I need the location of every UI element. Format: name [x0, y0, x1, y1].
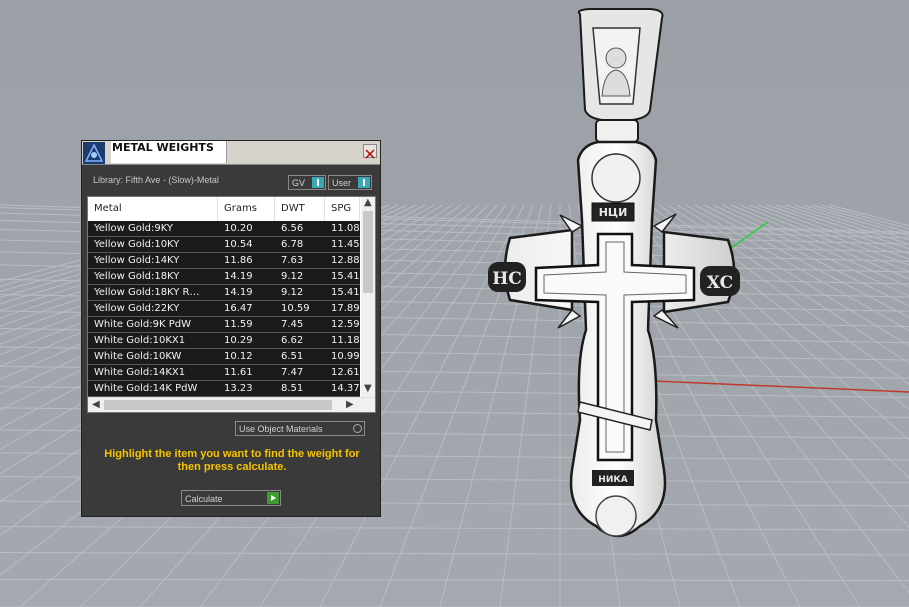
vertical-scrollbar[interactable]: ▲ ▼ — [361, 197, 375, 397]
use-object-materials-label: Use Object Materials — [239, 424, 323, 434]
cell-dwt: 8.51 — [281, 383, 304, 394]
scroll-down-icon[interactable]: ▼ — [364, 383, 372, 395]
cell-dwt: 7.63 — [281, 255, 304, 266]
header-dwt[interactable]: DWT — [275, 197, 325, 221]
top-medallion — [591, 153, 641, 203]
metal-list[interactable]: Metal Grams DWT SPG Yellow Gold:9KY 10.20… — [87, 196, 376, 413]
cell-dwt: 6.62 — [281, 335, 304, 346]
cell-spg: 17.89 — [331, 303, 360, 314]
cell-metal: Yellow Gold:22KY — [94, 303, 180, 314]
cell-metal: Yellow Gold:18KY — [94, 271, 180, 282]
metal-list-header: Metal Grams DWT SPG — [88, 197, 360, 222]
horizontal-scroll-thumb[interactable] — [104, 400, 332, 410]
cell-metal: White Gold:14KX1 — [94, 367, 186, 378]
panel-title: METAL WEIGHTS — [111, 141, 227, 163]
vertical-scroll-thumb[interactable] — [363, 211, 373, 293]
cell-metal: White Gold:10KX1 — [94, 335, 186, 346]
cell-dwt: 6.56 — [281, 223, 304, 234]
table-row[interactable]: Yellow Gold:10KY 10.54 6.78 11.45 — [88, 237, 360, 253]
table-row[interactable]: White Gold:10KW 10.12 6.51 10.99 — [88, 349, 360, 365]
library-label: Library: Fifth Ave - (Slow)-Metal — [93, 175, 219, 185]
cell-grams: 10.29 — [224, 335, 253, 346]
close-icon[interactable] — [363, 144, 377, 159]
left-plate-text: HC — [492, 269, 522, 289]
metal-weights-panel: METAL WEIGHTS Library: Fifth Ave - (Slow… — [81, 140, 381, 517]
use-object-materials-toggle[interactable]: Use Object Materials — [235, 421, 365, 436]
table-row[interactable]: White Gold:10KX1 10.29 6.62 11.18 — [88, 333, 360, 349]
table-row[interactable]: White Gold:9K PdW 11.59 7.45 12.59 — [88, 317, 360, 333]
calculate-label: Calculate — [185, 494, 223, 504]
user-dropdown-label: User — [332, 178, 352, 188]
cell-grams: 10.54 — [224, 239, 253, 250]
scroll-up-icon[interactable]: ▲ — [364, 197, 372, 209]
cell-spg: 12.88 — [331, 255, 360, 266]
panel-titlebar[interactable]: METAL WEIGHTS — [82, 141, 380, 165]
header-grams[interactable]: Grams — [218, 197, 275, 221]
top-plate-text: НЦИ — [599, 206, 628, 219]
cell-spg: 11.45 — [331, 239, 360, 250]
cell-grams: 11.59 — [224, 319, 253, 330]
dropdown-arrow-icon — [312, 177, 324, 188]
cell-spg: 11.08 — [331, 223, 360, 234]
scroll-right-icon[interactable]: ▶ — [346, 399, 354, 411]
cell-spg: 12.61 — [331, 367, 360, 378]
cell-dwt: 6.78 — [281, 239, 304, 250]
user-dropdown[interactable]: User — [328, 175, 372, 190]
table-row[interactable]: Yellow Gold:18KY R… 14.19 9.12 15.41 — [88, 285, 360, 301]
scroll-left-icon[interactable]: ◀ — [92, 399, 100, 411]
cell-metal: White Gold:10KW — [94, 351, 182, 362]
cell-metal: Yellow Gold:9KY — [94, 223, 173, 234]
cell-spg: 15.41 — [331, 287, 360, 298]
cell-metal: White Gold:14K PdW — [94, 383, 198, 394]
cell-dwt: 6.51 — [281, 351, 304, 362]
cell-grams: 14.19 — [224, 271, 253, 282]
cell-dwt: 9.12 — [281, 287, 304, 298]
cell-spg: 15.41 — [331, 271, 360, 282]
dropdown-arrow-icon — [358, 177, 370, 188]
cell-dwt: 10.59 — [281, 303, 310, 314]
cell-metal: Yellow Gold:14KY — [94, 255, 180, 266]
cell-spg: 14.37 — [331, 383, 360, 394]
bottom-plate-text: НИКА — [598, 475, 627, 485]
header-metal[interactable]: Metal — [88, 197, 218, 221]
table-row[interactable]: Yellow Gold:9KY 10.20 6.56 11.08 — [88, 221, 360, 237]
cell-grams: 14.19 — [224, 287, 253, 298]
cell-metal: Yellow Gold:18KY R… — [94, 287, 200, 298]
cell-dwt: 9.12 — [281, 271, 304, 282]
radio-icon[interactable] — [353, 424, 362, 433]
cell-grams: 11.61 — [224, 367, 253, 378]
cell-grams: 10.20 — [224, 223, 253, 234]
calculate-button[interactable]: Calculate — [181, 490, 281, 506]
cell-metal: Yellow Gold:10KY — [94, 239, 180, 250]
cell-dwt: 7.45 — [281, 319, 304, 330]
gv-dropdown[interactable]: GV — [288, 175, 326, 190]
table-row[interactable]: Yellow Gold:22KY 16.47 10.59 17.89 — [88, 301, 360, 317]
instruction-text: Highlight the item you want to find the … — [104, 448, 360, 473]
cell-dwt: 7.47 — [281, 367, 304, 378]
app-logo-icon — [83, 142, 105, 164]
bottom-medallion — [595, 495, 637, 537]
cell-spg: 11.18 — [331, 335, 360, 346]
cell-spg: 10.99 — [331, 351, 360, 362]
cell-grams: 13.23 — [224, 383, 253, 394]
cell-metal: White Gold:9K PdW — [94, 319, 191, 330]
bail-figure — [605, 47, 627, 69]
cell-spg: 12.59 — [331, 319, 360, 330]
table-row[interactable]: Yellow Gold:18KY 14.19 9.12 15.41 — [88, 269, 360, 285]
gv-dropdown-label: GV — [292, 178, 306, 188]
cell-grams: 16.47 — [224, 303, 253, 314]
cell-grams: 11.86 — [224, 255, 253, 266]
horizontal-scrollbar[interactable]: ◀ ▶ — [88, 397, 375, 412]
table-row[interactable]: White Gold:14K PdW 13.23 8.51 14.37 — [88, 381, 360, 397]
table-row[interactable]: Yellow Gold:14KY 11.86 7.63 12.88 — [88, 253, 360, 269]
right-plate-text: XC — [707, 273, 733, 293]
pendant-connector — [595, 119, 639, 143]
cell-grams: 10.12 — [224, 351, 253, 362]
go-icon[interactable] — [267, 492, 279, 504]
header-spg[interactable]: SPG — [325, 197, 360, 221]
table-row[interactable]: White Gold:14KX1 11.61 7.47 12.61 — [88, 365, 360, 381]
